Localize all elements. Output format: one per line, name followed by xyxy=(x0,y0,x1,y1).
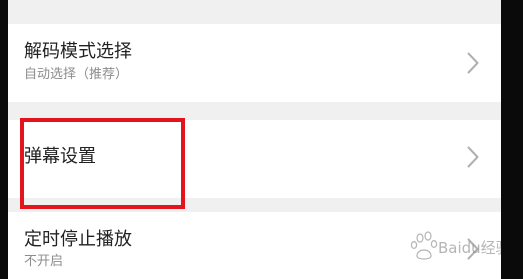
sleep-timer-title: 定时停止播放 xyxy=(24,229,132,250)
danmaku-settings-title: 弹幕设置 xyxy=(24,146,96,167)
chevron-right-icon xyxy=(467,52,479,74)
danmaku-settings-row[interactable]: 弹幕设置 xyxy=(8,120,501,198)
right-frame-edge xyxy=(501,0,523,279)
chevron-right-icon xyxy=(467,238,479,260)
decode-mode-value: 自动选择（推荐） xyxy=(24,67,129,82)
left-frame-edge xyxy=(0,0,8,279)
sleep-timer-value: 不开启 xyxy=(24,254,64,269)
decode-mode-title: 解码模式选择 xyxy=(24,41,132,62)
sleep-timer-row[interactable]: 定时停止播放 不开启 xyxy=(8,212,501,279)
decode-mode-row[interactable]: 解码模式选择 自动选择（推荐） xyxy=(8,24,501,102)
chevron-right-icon xyxy=(467,146,479,168)
settings-screen: 解码模式选择 自动选择（推荐） 弹幕设置 定时停止播放 不开启 Baidu经 xyxy=(8,0,501,279)
